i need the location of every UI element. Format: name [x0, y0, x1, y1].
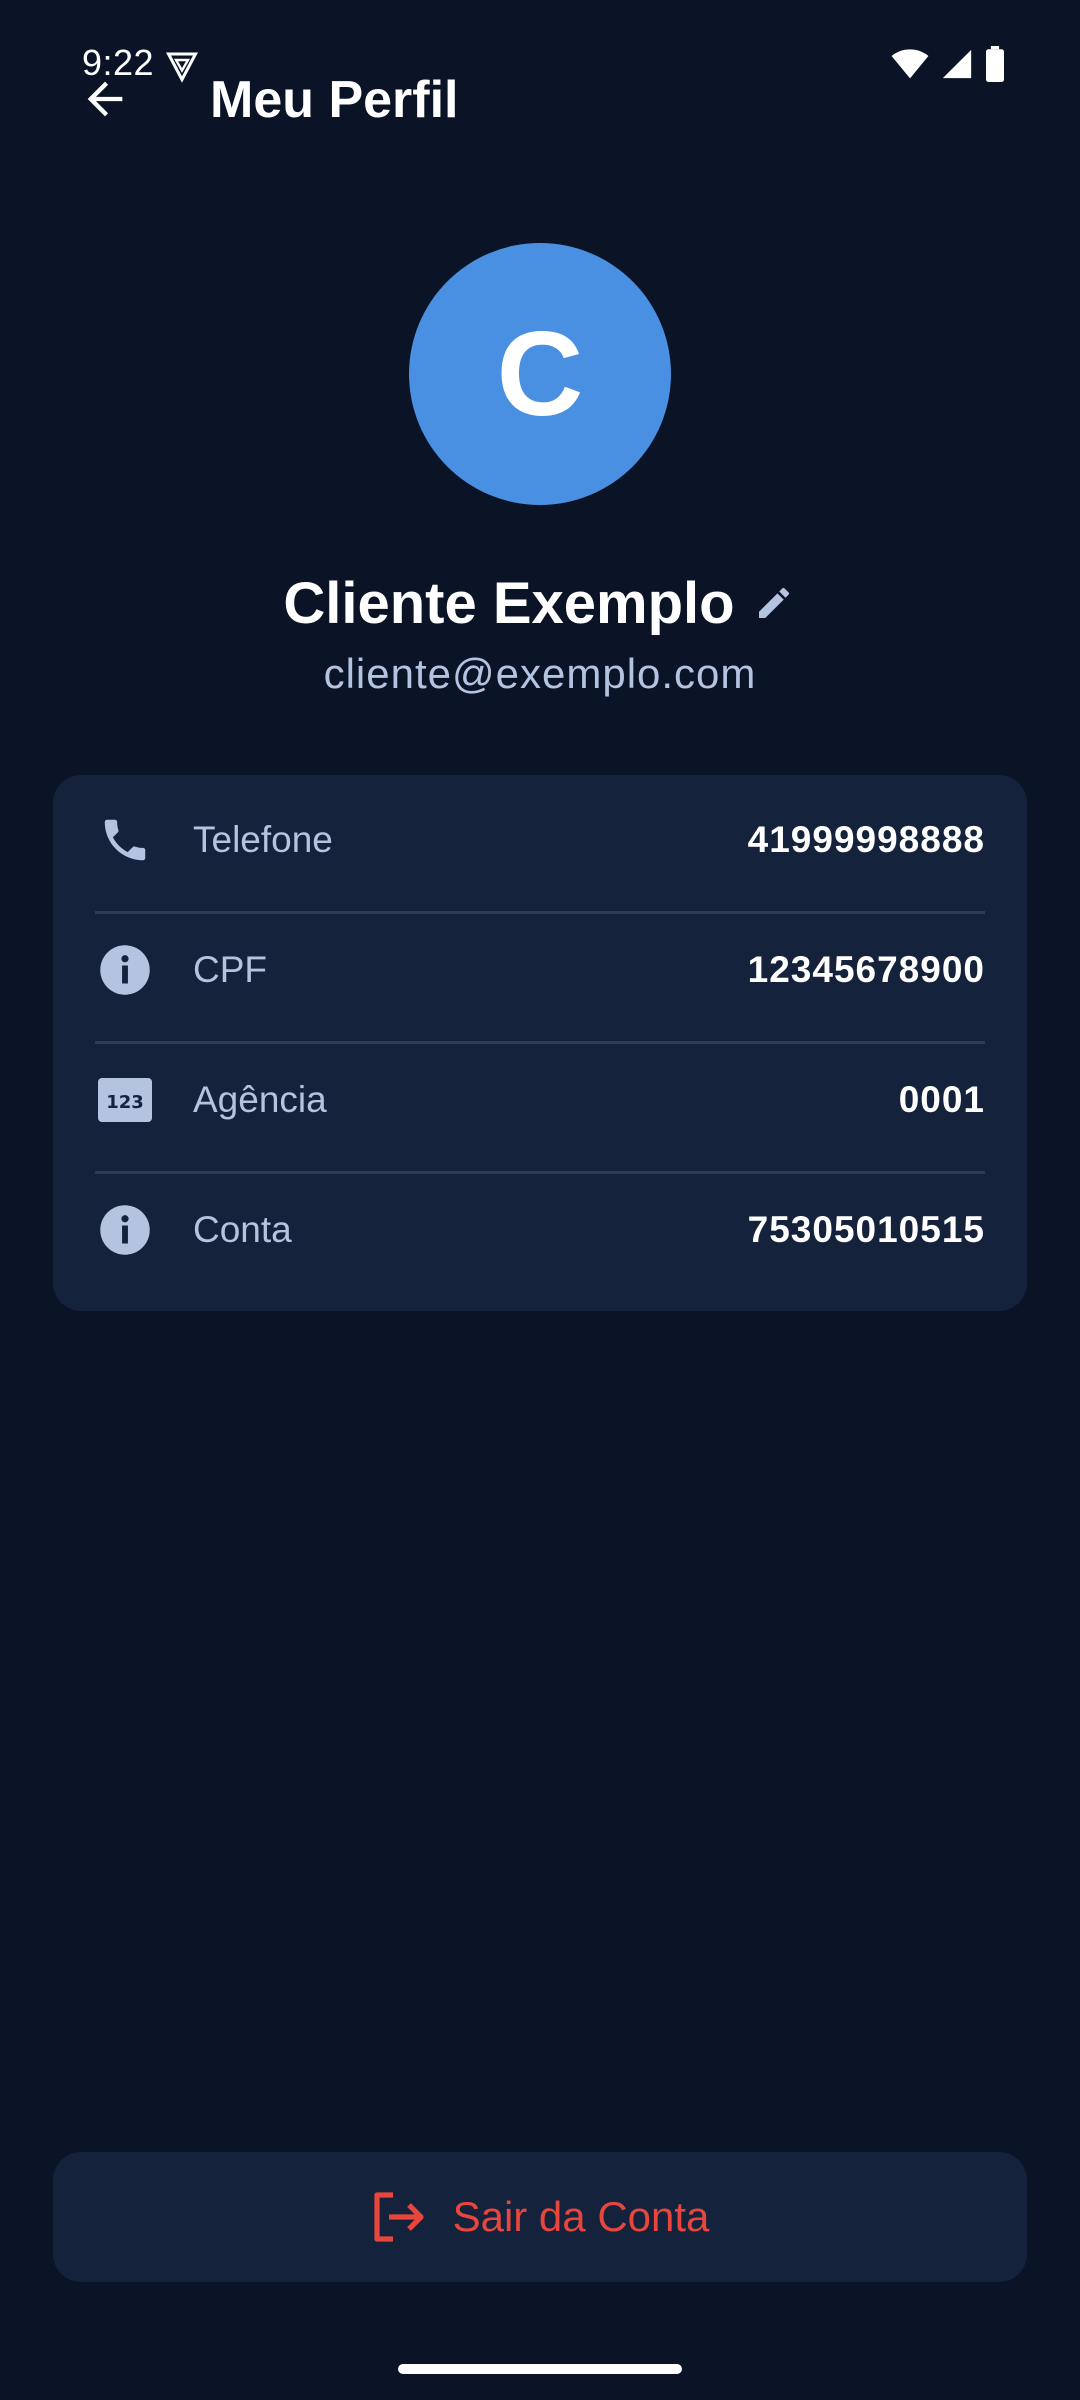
info-value: 0001	[898, 1079, 985, 1120]
info-label: Conta	[193, 1209, 292, 1250]
svg-text:123: 123	[106, 1092, 144, 1113]
logout-icon	[373, 2192, 424, 2242]
info-label: Agência	[193, 1079, 327, 1120]
info-value: 41999998888	[747, 819, 985, 860]
info-label: Telefone	[193, 819, 333, 860]
info-icon	[95, 1200, 155, 1260]
info-row-cpf: CPF 12345678900	[95, 905, 985, 1035]
info-value: 12345678900	[747, 949, 985, 990]
pencil-icon	[758, 587, 789, 618]
phone-icon	[95, 810, 155, 870]
avatar-initial: C	[496, 307, 584, 441]
info-row-agencia: 123 Agência 0001	[95, 1035, 985, 1165]
arrow-back-icon	[87, 81, 123, 117]
info-value: 75305010515	[747, 1209, 985, 1250]
back-button[interactable]	[70, 64, 140, 134]
info-card: Telefone 41999998888 CPF 12345678900 123…	[53, 775, 1027, 1311]
edit-name-button[interactable]	[751, 580, 797, 626]
info-row-telefone: Telefone 41999998888	[95, 775, 985, 905]
info-icon	[95, 940, 155, 1000]
info-row-conta: Conta 75305010515	[95, 1165, 985, 1295]
profile-name: Cliente Exemplo	[283, 570, 735, 636]
logout-label: Sair da Conta	[452, 2193, 710, 2240]
home-indicator[interactable]	[398, 2364, 682, 2374]
profile-email: cliente@exemplo.com	[323, 650, 757, 697]
page-title: Meu Perfil	[210, 71, 459, 129]
profile-name-row: Cliente Exemplo	[0, 565, 1080, 641]
numbers-icon: 123	[95, 1070, 155, 1130]
info-label: CPF	[193, 949, 267, 990]
app-bar: Meu Perfil	[0, 56, 1080, 136]
avatar: C	[409, 243, 671, 505]
logout-button[interactable]: Sair da Conta	[53, 2152, 1027, 2282]
